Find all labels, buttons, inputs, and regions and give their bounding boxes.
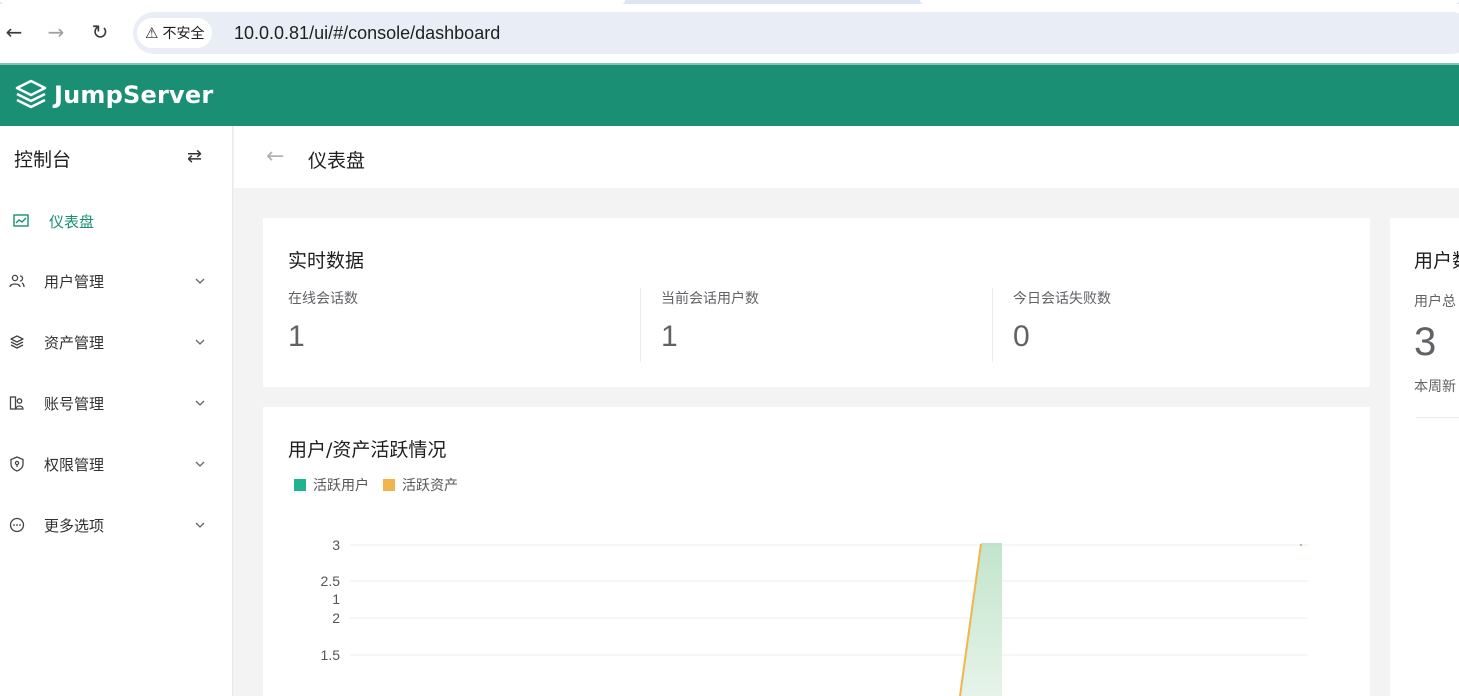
stat-label: 用户总 (1414, 294, 1456, 310)
sidebar-item-dashboard[interactable]: 仪表盘 (0, 191, 233, 251)
sidebar-item-label: 用户管理 (44, 272, 105, 291)
sidebar-item-label: 更多选项 (44, 516, 105, 535)
tab-strip (0, 0, 1459, 4)
y-tick-label: 3 (332, 537, 340, 553)
warning-icon: ⚠ (145, 24, 159, 42)
data-point (1299, 543, 1303, 547)
back-arrow-icon: ← (5, 20, 23, 44)
layers-icon (8, 333, 26, 351)
logo[interactable]: JumpServer (14, 78, 213, 112)
stat-sub-label: 本周新 (1414, 379, 1456, 395)
back-button[interactable]: ← (0, 18, 28, 46)
sidebar-item-assets[interactable]: 资产管理 (0, 312, 233, 372)
sidebar-item-permissions[interactable]: 权限管理 (0, 434, 233, 494)
stat-value: 1 (288, 320, 305, 353)
y-tick-label: 1 (332, 591, 340, 607)
stat-value: 3 (1414, 320, 1437, 364)
chevron-down-icon (195, 278, 205, 284)
page-title: 仪表盘 (308, 150, 366, 172)
app-header: JumpServer (0, 65, 1459, 126)
stat-label: 今日会话失败数 (1013, 291, 1111, 307)
account-icon (8, 394, 26, 412)
chevron-down-icon (195, 522, 205, 528)
reload-icon: ↻ (91, 20, 109, 44)
y-tick-label: 2 (332, 610, 340, 626)
y-tick-label: 1.5 (321, 647, 341, 663)
jumpserver-logo-icon (15, 79, 47, 109)
chevron-down-icon (195, 461, 205, 467)
stat-online-sessions[interactable]: 在线会话数 1 (288, 288, 358, 354)
dashboard-icon (12, 212, 30, 230)
reload-button[interactable]: ↻ (86, 18, 114, 46)
sidebar-item-users[interactable]: 用户管理 (0, 251, 233, 311)
chevron-down-icon (195, 339, 205, 345)
stat-label: 在线会话数 (288, 291, 358, 307)
sidebar-item-label: 资产管理 (44, 333, 105, 352)
logo-text: JumpServer (54, 81, 214, 109)
divider (640, 288, 641, 362)
sidebar-title: 控制台 (14, 149, 72, 171)
sidebar-item-label: 账号管理 (44, 394, 105, 413)
sidebar-item-accounts[interactable]: 账号管理 (0, 373, 233, 433)
card-title: 用户数 (1414, 250, 1459, 272)
stat-value: 1 (661, 320, 678, 353)
sidebar-item-label: 仪表盘 (49, 212, 95, 231)
stat-session-users[interactable]: 当前会话用户数 1 (661, 288, 759, 354)
sidebar-item-more[interactable]: 更多选项 (0, 495, 233, 555)
sidebar: 控制台 ⇄ 仪表盘 用户管理 资产管理 账号管理 权限管理 更多选项 (0, 126, 233, 696)
browser-toolbar: ← → ↻ ⚠ 不安全 10.0.0.81/ui/#/console/dashb… (0, 0, 1459, 64)
shield-icon (8, 455, 26, 473)
forward-button[interactable]: → (42, 18, 70, 46)
divider (1416, 417, 1459, 418)
realtime-data-card: 实时数据 在线会话数 1 当前会话用户数 1 今日会话失败数 0 (263, 218, 1370, 387)
back-arrow-icon[interactable]: ← (266, 144, 284, 169)
divider (992, 288, 993, 362)
user-count-card: 用户数 用户总 3 本周新 (1390, 218, 1459, 696)
card-title: 实时数据 (288, 250, 365, 272)
more-icon (8, 516, 26, 534)
activity-chart-card: 用户/资产活跃情况 活跃用户 活跃资产 3 2.5 1 2 1.5 (263, 407, 1370, 696)
browser-tab[interactable] (0, 0, 625, 4)
sidebar-item-label: 权限管理 (44, 455, 105, 474)
address-bar[interactable]: ⚠ 不安全 10.0.0.81/ui/#/console/dashboard (133, 12, 1459, 54)
y-tick-label: 2.5 (321, 573, 341, 589)
security-chip[interactable]: ⚠ 不安全 (137, 18, 213, 48)
stat-label: 当前会话用户数 (661, 291, 759, 307)
activity-chart: 3 2.5 1 2 1.5 (321, 537, 1308, 696)
forward-arrow-icon: → (47, 20, 65, 44)
sidebar-header: 控制台 ⇄ (0, 126, 233, 188)
sidebar-toggle-icon[interactable]: ⇄ (187, 146, 202, 167)
users-icon (8, 272, 26, 290)
url-text[interactable]: 10.0.0.81/ui/#/console/dashboard (234, 23, 500, 44)
active-users-area (960, 544, 1002, 696)
stat-failed-sessions[interactable]: 今日会话失败数 0 (1013, 288, 1111, 354)
security-label: 不安全 (162, 26, 205, 42)
browser-tab[interactable] (920, 0, 1459, 4)
chevron-down-icon (195, 400, 205, 406)
page-header: ← 仪表盘 (234, 126, 1459, 188)
stat-value: 0 (1013, 320, 1030, 353)
